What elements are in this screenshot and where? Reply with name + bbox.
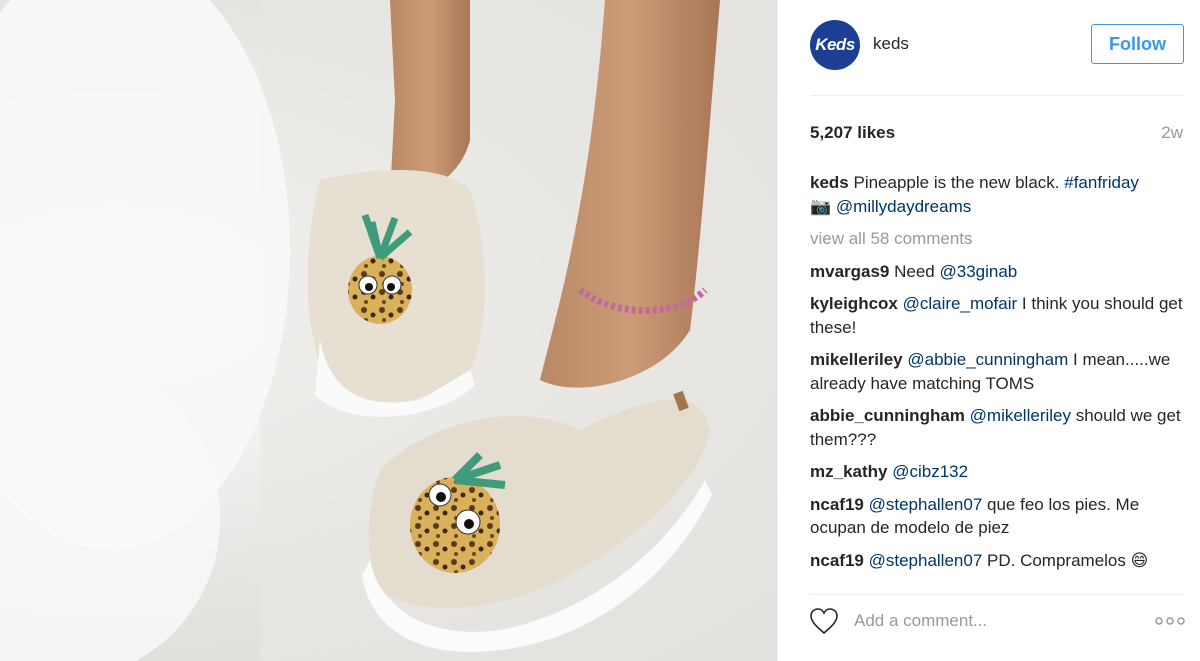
comment-item: mvargas9 Need @33ginab (810, 260, 1190, 284)
account-username[interactable]: keds (873, 34, 909, 54)
post-header: Keds keds Follow (778, 0, 1200, 96)
mention-link[interactable]: @millydaydreams (836, 197, 971, 216)
hashtag-link[interactable]: #fanfriday (1064, 173, 1139, 192)
sneakers-illustration (0, 0, 777, 661)
mention-link[interactable]: @claire_mofair (903, 294, 1018, 313)
post-time[interactable]: 2w (1161, 123, 1183, 143)
comment-author[interactable]: mvargas9 (810, 262, 889, 281)
footer-divider (810, 594, 1184, 595)
mention-link[interactable]: @stephallen07 (869, 551, 983, 570)
comment-author[interactable]: mikelleriley (810, 350, 903, 369)
follow-button[interactable]: Follow (1091, 24, 1184, 64)
comment-item: mz_kathy @cibz132 (810, 460, 1190, 484)
comment-author[interactable]: ncaf19 (810, 495, 864, 514)
comment-author[interactable]: mz_kathy (810, 462, 887, 481)
mention-link[interactable]: @stephallen07 (869, 495, 983, 514)
comment-text: PD. Compramelos 😄 (987, 550, 1149, 570)
comment-item: abbie_cunningham @mikelleriley should we… (810, 404, 1190, 451)
comments-list: keds Pineapple is the new black. #fanfri… (810, 171, 1190, 581)
mention-link[interactable]: @33ginab (940, 262, 1018, 281)
header-divider (810, 95, 1184, 96)
heart-icon[interactable] (809, 607, 839, 635)
add-comment-input[interactable] (854, 607, 1134, 635)
post-photo[interactable] (0, 0, 777, 661)
mention-link[interactable]: @mikelleriley (970, 406, 1071, 425)
comment-item: mikelleriley @abbie_cunningham I mean...… (810, 348, 1190, 395)
view-all-comments-link[interactable]: view all 58 comments (810, 227, 1190, 251)
comment-author[interactable]: abbie_cunningham (810, 406, 965, 425)
mention-link[interactable]: @cibz132 (892, 462, 968, 481)
camera-icon: 📷 (810, 196, 832, 216)
caption-author[interactable]: keds (810, 173, 849, 192)
avatar[interactable]: Keds (810, 20, 860, 70)
post-panel: Keds keds Follow 5,207 likes 2w keds Pin… (777, 0, 1200, 661)
more-options-icon[interactable] (1154, 611, 1186, 631)
mention-link[interactable]: @abbie_cunningham (907, 350, 1068, 369)
comment-author[interactable]: kyleighcox (810, 294, 898, 313)
comment-author[interactable]: ncaf19 (810, 551, 864, 570)
caption-text: Pineapple is the new black. (853, 173, 1060, 192)
likes-count[interactable]: 5,207 likes (810, 123, 895, 143)
comment-item: kyleighcox @claire_mofair I think you sh… (810, 292, 1190, 339)
caption: keds Pineapple is the new black. #fanfri… (810, 171, 1190, 218)
comment-text: Need (894, 261, 935, 281)
comment-item: ncaf19 @stephallen07 PD. Compramelos 😄 (810, 549, 1190, 573)
instagram-post: Keds keds Follow 5,207 likes 2w keds Pin… (0, 0, 1200, 661)
comment-item: ncaf19 @stephallen07 que feo los pies. M… (810, 493, 1190, 540)
